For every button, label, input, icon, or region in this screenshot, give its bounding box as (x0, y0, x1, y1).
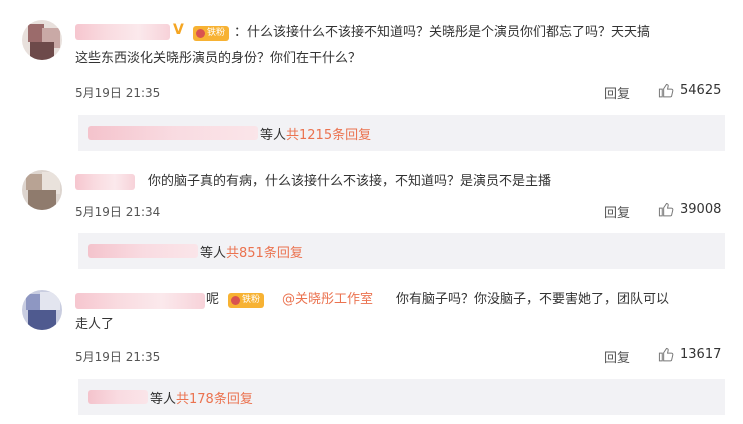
comment-text-line2: 这些东西淡化关晓彤演员的身份？你们在干什么？ (75, 51, 362, 66)
like-button[interactable]: 39008 (658, 201, 721, 218)
username[interactable] (75, 293, 205, 309)
comment-text-line1: 你的脑子真的有病，什么该接什么不该接，不知道吗？是演员不是主播 (148, 174, 552, 189)
sub-reply-username (88, 126, 258, 140)
sub-reply-count-link[interactable]: 共1215条回复 (286, 128, 371, 143)
thumbs-up-icon (658, 202, 674, 217)
sub-reply-summary[interactable]: 等人共1215条回复 (260, 124, 371, 143)
thumbs-up-icon (658, 83, 674, 98)
comment-time: 5月19日 21:34 (75, 205, 161, 219)
like-count: 13617 (680, 347, 722, 362)
username[interactable] (75, 24, 170, 40)
sub-replies-box[interactable]: 等人共178条回复 (78, 379, 725, 415)
verified-v-icon: V (173, 22, 184, 38)
username[interactable] (75, 174, 135, 190)
like-button[interactable]: 54625 (658, 82, 721, 99)
like-count: 39008 (680, 202, 722, 217)
like-count: 54625 (680, 83, 722, 98)
comment-time: 5月19日 21:35 (75, 350, 161, 364)
avatar[interactable] (22, 290, 62, 330)
avatar[interactable] (22, 20, 62, 60)
sub-replies-box[interactable]: 等人共1215条回复 (78, 115, 725, 151)
fan-badge: 铁粉 (228, 293, 265, 308)
sub-reply-prefix: 等人 (260, 128, 287, 143)
comment-time: 5月19日 21:35 (75, 86, 161, 100)
comment-text-line2: 走人了 (75, 317, 115, 332)
sub-reply-count-link[interactable]: 共851条回复 (226, 246, 303, 261)
reply-button[interactable]: 回复 (604, 83, 630, 102)
comment-text-line1: ：什么该接什么不该接不知道吗？关晓彤是个演员你们都忘了吗？天天搞 (234, 25, 651, 40)
reply-button[interactable]: 回复 (604, 347, 630, 366)
sub-reply-username (88, 390, 148, 404)
sub-replies-box[interactable]: 等人共851条回复 (78, 233, 725, 269)
sub-reply-prefix: 等人 (200, 246, 227, 261)
thumbs-up-icon (658, 347, 674, 362)
sub-reply-count-link[interactable]: 共178条回复 (176, 392, 253, 407)
fan-badge: 铁粉 (193, 26, 230, 41)
avatar[interactable] (22, 170, 62, 210)
mention-link[interactable]: @关晓彤工作室 (282, 289, 373, 311)
like-button[interactable]: 13617 (658, 346, 721, 363)
reply-button[interactable]: 回复 (604, 202, 630, 221)
sub-reply-summary[interactable]: 等人共178条回复 (150, 388, 253, 407)
sub-reply-summary[interactable]: 等人共851条回复 (200, 242, 303, 261)
username-suffix: 呢 (206, 292, 220, 307)
sub-reply-username (88, 244, 198, 258)
comment-text-line1: 你有脑子吗？你没脑子，不要害她了，团队可以 (396, 292, 670, 307)
sub-reply-prefix: 等人 (150, 392, 177, 407)
